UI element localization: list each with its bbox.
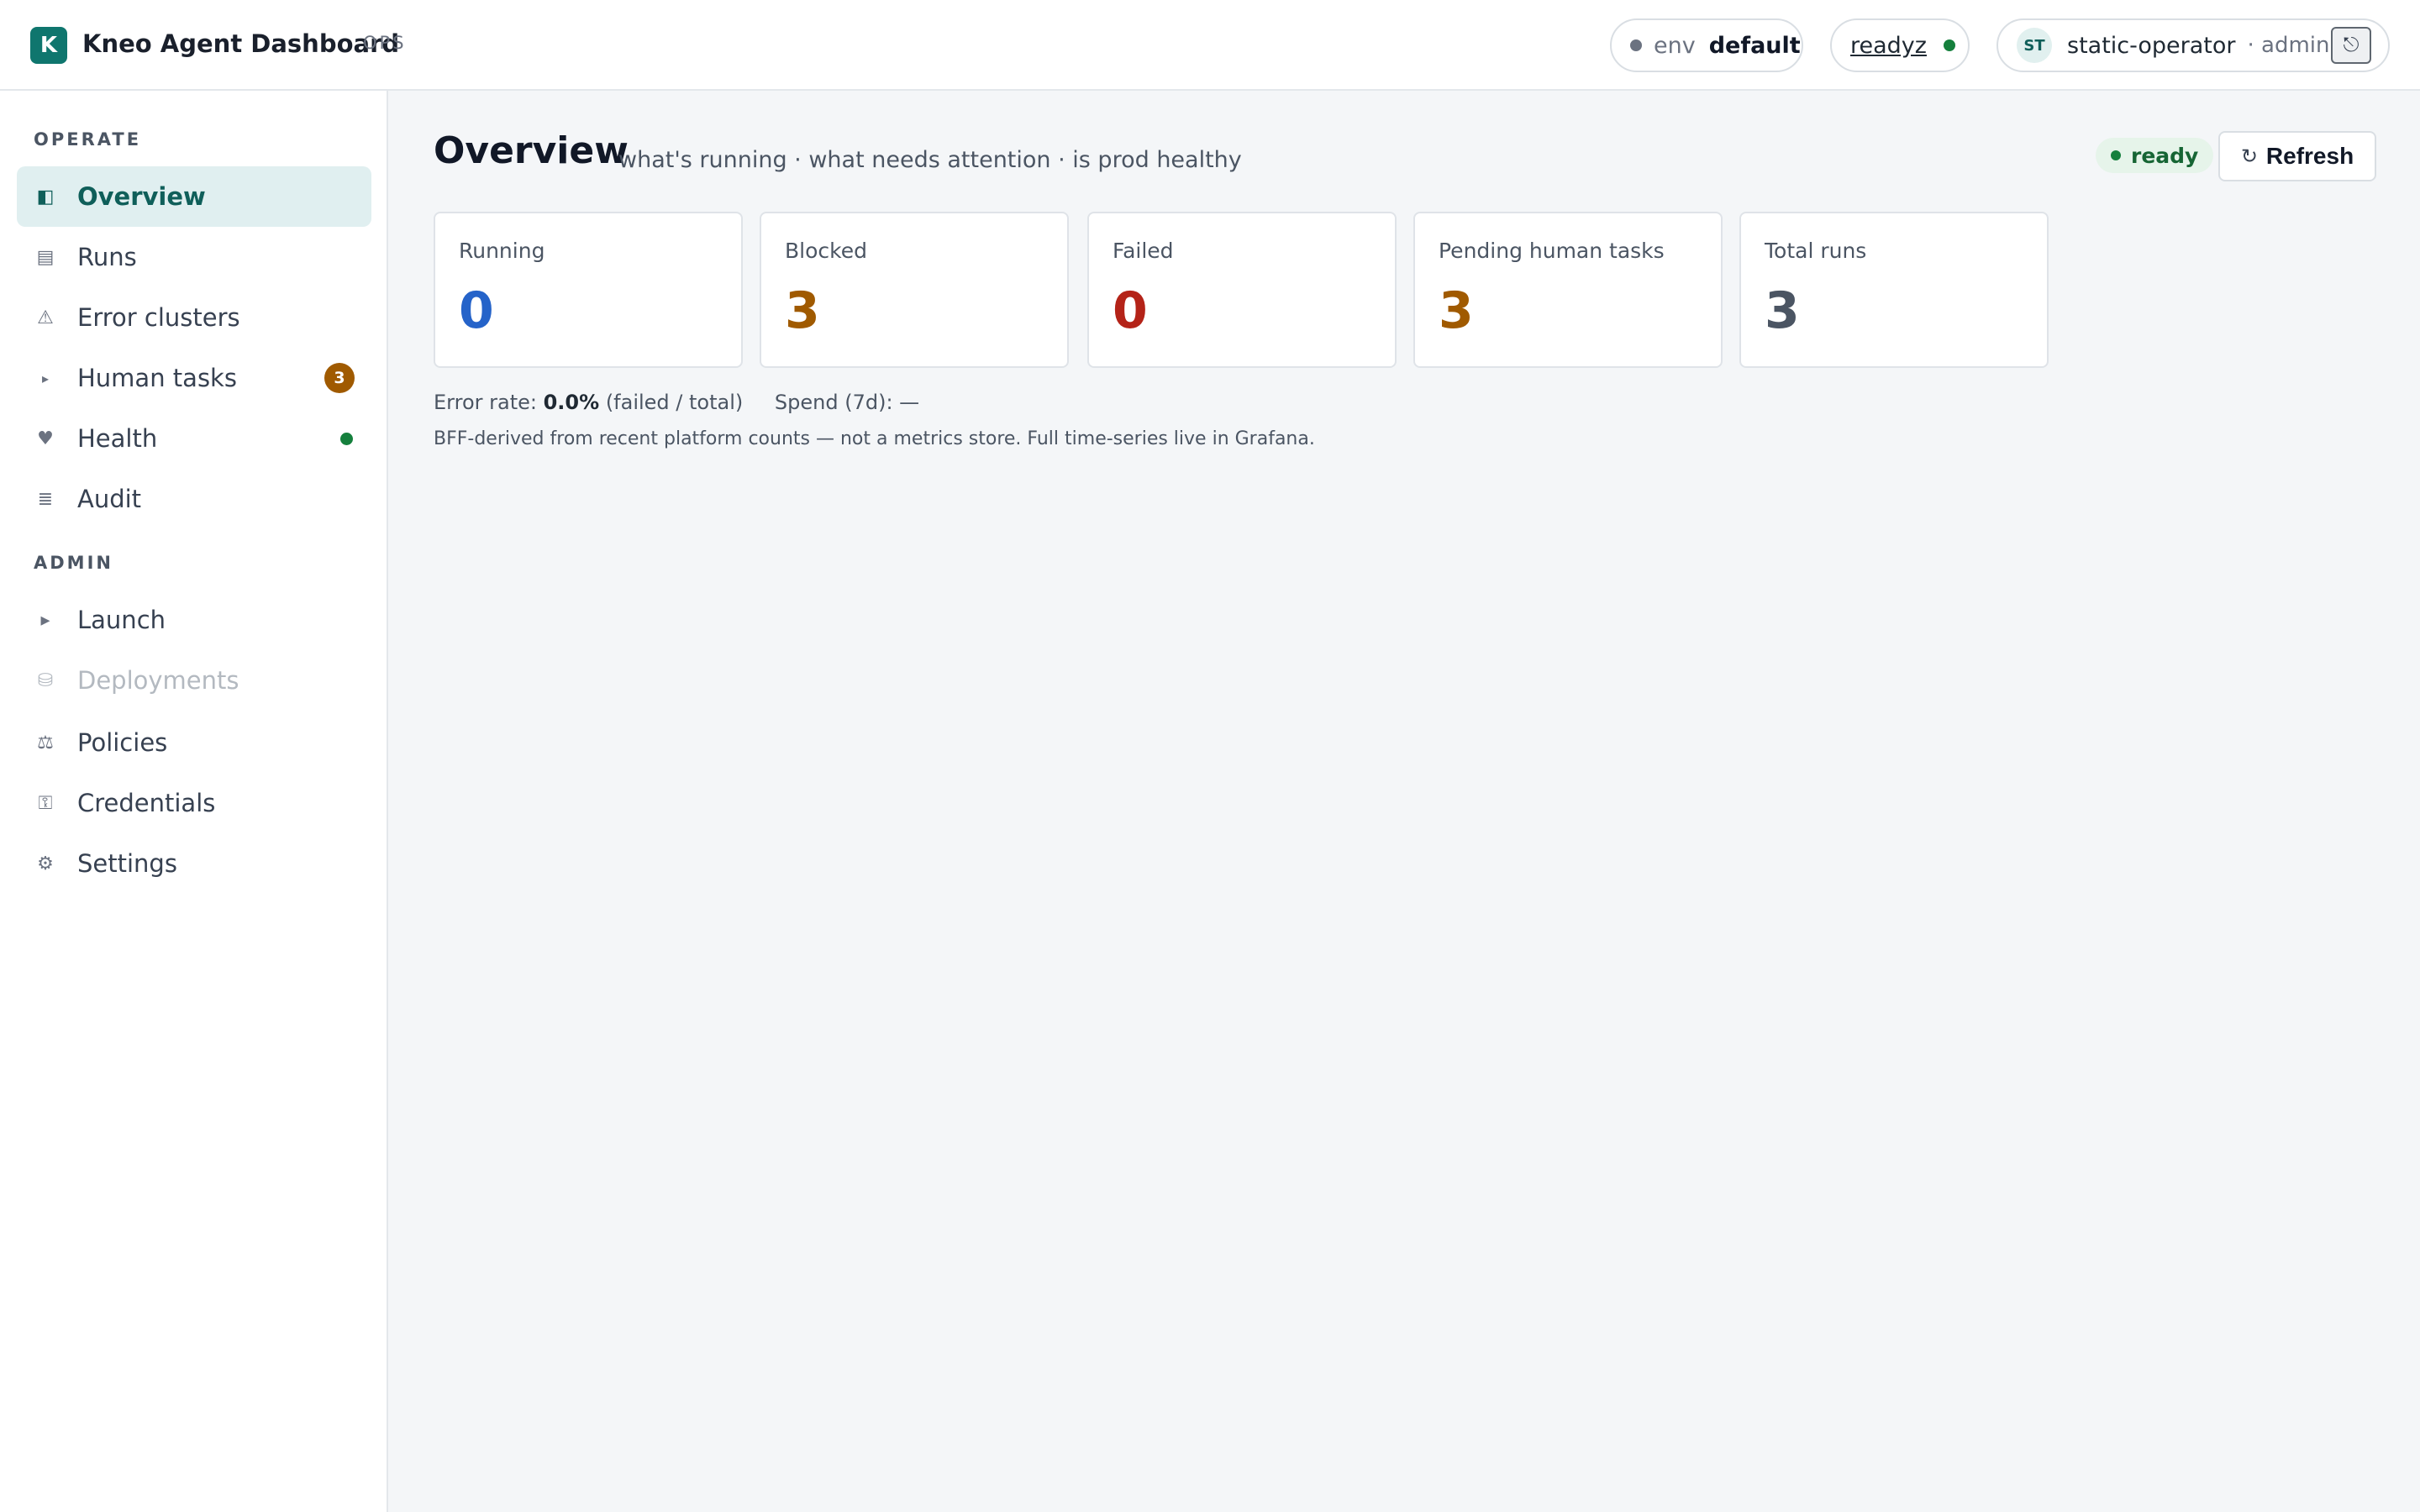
stat-card-pending-human-tasks: Pending human tasks 3 — [1413, 212, 1723, 368]
sidebar-item-deployments: ⛁ Deployments — [17, 650, 371, 711]
stat-value: 0 — [1113, 281, 1148, 340]
sidebar-item-label: Credentials — [77, 789, 216, 817]
error-rate-note: (failed / total) — [605, 391, 744, 414]
stat-label: Running — [459, 239, 545, 263]
app-logo: K — [30, 27, 67, 64]
sidebar-item-label: Settings — [77, 849, 177, 878]
env-value: default — [1708, 32, 1801, 59]
gear-icon: ⚙ — [37, 853, 54, 874]
sidebar-item-human-tasks[interactable]: ▸ Human tasks 3 — [17, 348, 371, 408]
heart-icon: ♥ — [37, 428, 54, 449]
app-title: Kneo Agent Dashboard — [82, 29, 400, 58]
user-name: static-operator — [2067, 32, 2236, 59]
stat-value: 3 — [785, 281, 820, 340]
sidebar-item-launch[interactable]: ▸ Launch — [17, 590, 371, 650]
stat-card-total-runs: Total runs 3 — [1739, 212, 2049, 368]
sidebar-item-label: Deployments — [77, 666, 239, 695]
status-badge: ready — [2096, 138, 2214, 173]
readyz-pill: readyz — [1830, 18, 1970, 72]
readyz-status-dot — [1943, 39, 1955, 51]
sidebar-item-audit[interactable]: ≣ Audit — [17, 469, 371, 529]
footnote: BFF-derived from recent platform counts … — [434, 428, 1315, 449]
overview-icon: ◧ — [36, 186, 55, 207]
logout-button[interactable]: ⎋ — [2331, 27, 2371, 64]
logout-icon: ⎋ — [2343, 34, 2360, 56]
stat-label: Failed — [1113, 239, 1174, 263]
caret-right-icon: ▸ — [41, 370, 50, 386]
refresh-icon: ↻ — [2240, 144, 2258, 168]
sidebar-item-runs[interactable]: ▤ Runs — [17, 227, 371, 287]
sidebar-item-label: Policies — [77, 728, 168, 757]
sidebar: OPERATE ◧ Overview ▤ Runs ⚠ Error cluste… — [0, 91, 388, 1512]
scales-icon: ⚖ — [37, 732, 54, 753]
stat-value: 0 — [459, 281, 494, 340]
spend-summary: Spend (7d): — — [774, 391, 920, 414]
page-subtitle: what's running · what needs attention · … — [618, 147, 1242, 173]
sidebar-item-policies[interactable]: ⚖ Policies — [17, 712, 371, 773]
stat-label: Pending human tasks — [1439, 239, 1665, 263]
app-tag: OPS — [363, 33, 407, 53]
sidebar-item-error-clusters[interactable]: ⚠ Error clusters — [17, 287, 371, 348]
warning-icon: ⚠ — [37, 307, 54, 328]
sidebar-item-health[interactable]: ♥ Health — [17, 408, 371, 469]
error-rate-value: 0.0% — [543, 391, 600, 414]
stat-card-blocked: Blocked 3 — [760, 212, 1069, 368]
error-rate-label: Error rate: — [434, 391, 537, 414]
user-menu[interactable]: ST static-operator · admin ⎋ — [1996, 18, 2390, 72]
sidebar-item-label: Launch — [77, 606, 166, 634]
env-key: env — [1654, 32, 1696, 59]
env-status-dot — [1630, 39, 1642, 51]
sidebar-item-label: Audit — [77, 485, 142, 513]
sidebar-item-label: Runs — [77, 243, 137, 271]
sidebar-item-label: Human tasks — [77, 364, 237, 392]
status-text: ready — [2131, 143, 2199, 168]
avatar: ST — [2017, 28, 2052, 63]
env-selector[interactable]: env default — [1610, 18, 1803, 72]
sidebar-item-label: Overview — [77, 182, 206, 211]
sidebar-item-label: Error clusters — [77, 303, 240, 332]
user-role: · admin — [2247, 33, 2330, 58]
runs-icon: ▤ — [36, 246, 55, 268]
metrics-summary: Error rate: 0.0% (failed / total) Spend … — [434, 388, 919, 417]
stat-label: Total runs — [1765, 239, 1867, 263]
stat-card-failed: Failed 0 — [1087, 212, 1397, 368]
stat-value: 3 — [1765, 281, 1800, 340]
play-icon: ▸ — [40, 609, 50, 631]
section-operate: OPERATE — [34, 129, 142, 150]
sidebar-item-settings[interactable]: ⚙ Settings — [17, 833, 371, 894]
sidebar-item-credentials[interactable]: ⚿ Credentials — [17, 773, 371, 833]
stat-label: Blocked — [785, 239, 867, 263]
ready-status-dot — [2111, 150, 2121, 160]
sidebar-item-label: Health — [77, 424, 158, 453]
key-icon: ⚿ — [38, 792, 53, 814]
stat-value: 3 — [1439, 281, 1474, 340]
section-admin: ADMIN — [34, 553, 113, 573]
page-title: Overview — [434, 129, 629, 172]
audit-icon: ≣ — [37, 488, 54, 510]
stat-card-running: Running 0 — [434, 212, 743, 368]
top-bar: K Kneo Agent Dashboard OPS env default r… — [0, 0, 2420, 91]
sidebar-item-overview[interactable]: ◧ Overview — [17, 166, 371, 227]
database-icon: ⛁ — [37, 669, 54, 691]
health-status-dot — [340, 433, 353, 445]
readyz-link[interactable]: readyz — [1850, 33, 1927, 59]
refresh-button[interactable]: ↻ Refresh — [2218, 131, 2376, 181]
human-tasks-count-badge: 3 — [324, 363, 355, 393]
refresh-label: Refresh — [2265, 143, 2354, 169]
